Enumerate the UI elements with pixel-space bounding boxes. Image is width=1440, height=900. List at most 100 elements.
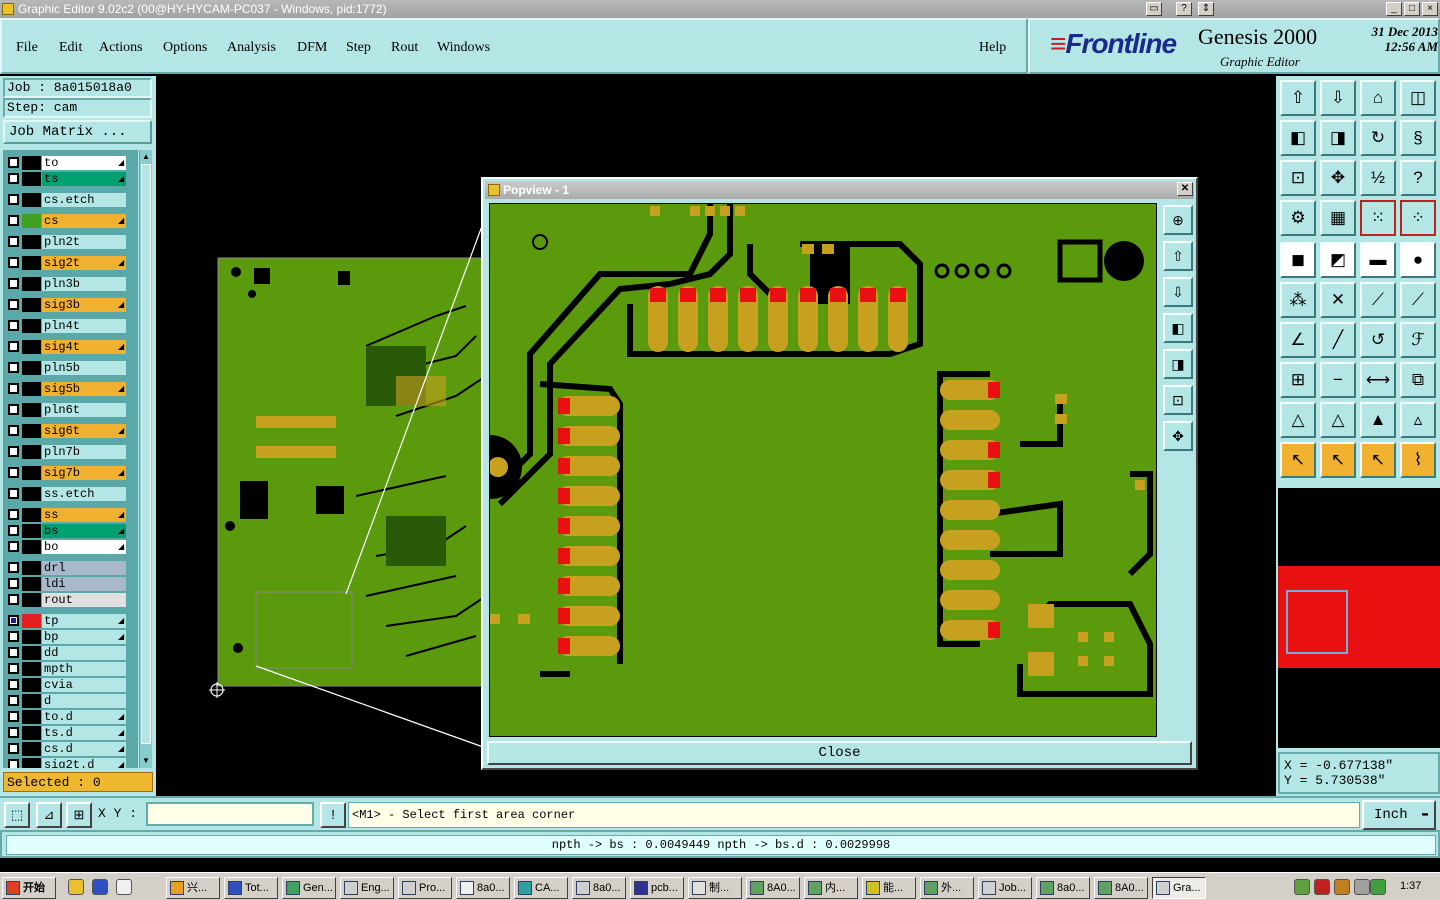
layer-color-swatch[interactable] xyxy=(22,403,41,417)
layer-name[interactable]: mpth xyxy=(42,662,126,676)
menu-dfm[interactable]: DFM xyxy=(297,40,327,56)
select-box-icon[interactable]: ↖ xyxy=(1320,442,1356,478)
taskbar-item[interactable]: 8a0... xyxy=(572,877,626,899)
layer-color-swatch[interactable] xyxy=(22,758,41,768)
triangle-line-icon[interactable]: ▵ xyxy=(1400,402,1436,438)
layer-name[interactable]: sig2t xyxy=(42,256,126,270)
question-icon[interactable]: ? xyxy=(1400,160,1436,196)
layer-color-swatch[interactable] xyxy=(22,340,41,354)
tray-icon[interactable] xyxy=(1294,879,1310,895)
taskbar-item[interactable]: Gra... xyxy=(1152,877,1206,899)
tray-icon[interactable] xyxy=(1354,879,1370,895)
exclaim-button[interactable]: ! xyxy=(320,802,346,828)
pad-icon[interactable]: ◼ xyxy=(1280,242,1316,278)
taskbar-item[interactable]: 8A0... xyxy=(746,877,800,899)
layer-name[interactable]: pln7b xyxy=(42,445,126,459)
layer-color-swatch[interactable] xyxy=(22,662,41,676)
ruler-icon[interactable]: ▬ xyxy=(1360,242,1396,278)
layer-name[interactable]: sig6t xyxy=(42,424,126,438)
taskbar-item[interactable]: Tot... xyxy=(224,877,278,899)
line-icon[interactable]: ◩ xyxy=(1320,242,1356,278)
layer-checkbox[interactable] xyxy=(8,647,19,658)
layer-name[interactable]: pln5b xyxy=(42,361,126,375)
scroll-up-icon[interactable]: ▲ xyxy=(141,152,151,162)
layer-row[interactable]: cvia xyxy=(6,678,126,692)
angle-icon[interactable]: ∠ xyxy=(1280,322,1316,358)
menu-rout[interactable]: Rout xyxy=(391,40,418,56)
layer-color-swatch[interactable] xyxy=(22,577,41,591)
layer-checkbox[interactable] xyxy=(8,488,19,499)
scale-1-2-icon[interactable]: ½ xyxy=(1360,160,1396,196)
slash-icon[interactable]: ╱ xyxy=(1320,322,1356,358)
layer-name[interactable]: pln3b xyxy=(42,277,126,291)
layer-name[interactable]: sig3b xyxy=(42,298,126,312)
layer-checkbox[interactable] xyxy=(8,157,19,168)
taskbar-item[interactable]: Gen... xyxy=(282,877,336,899)
layer-row[interactable]: mpth xyxy=(6,662,126,676)
layer-color-swatch[interactable] xyxy=(22,256,41,270)
taskbar-item[interactable]: 内... xyxy=(804,877,858,899)
layer-checkbox[interactable] xyxy=(8,467,19,478)
triangle-icon[interactable]: △ xyxy=(1280,402,1316,438)
menu-options[interactable]: Options xyxy=(163,40,207,56)
select-icon[interactable]: ↖ xyxy=(1280,442,1316,478)
layer-color-swatch[interactable] xyxy=(22,277,41,291)
copy-icon[interactable]: ⧉ xyxy=(1400,362,1436,398)
triangle-fill-icon[interactable]: ▲ xyxy=(1360,402,1396,438)
layer-row[interactable]: ss ◢ xyxy=(6,508,126,522)
popview-center-icon[interactable]: ✥ xyxy=(1163,421,1193,451)
home-icon[interactable]: ⇧ xyxy=(1280,80,1316,116)
fit-icon[interactable]: ⊡ xyxy=(1280,160,1316,196)
layer-row[interactable]: pln2t xyxy=(6,235,126,249)
layer-row[interactable]: pln5b xyxy=(6,361,126,375)
layer-row[interactable]: cs.etch xyxy=(6,193,126,207)
layer-name[interactable]: to.d xyxy=(42,710,126,724)
measure-icon[interactable]: ⟷ xyxy=(1360,362,1396,398)
layer-checkbox[interactable] xyxy=(8,425,19,436)
layer-checkbox[interactable] xyxy=(8,383,19,394)
help-icon[interactable]: ? xyxy=(1176,2,1192,16)
layer-row[interactable]: cs ◢ xyxy=(6,214,126,228)
quicklaunch-icon[interactable] xyxy=(68,879,84,895)
layer-checkbox[interactable] xyxy=(8,320,19,331)
layer-name[interactable]: d xyxy=(42,694,126,708)
layer-name[interactable]: sig2t.d xyxy=(42,758,126,768)
layer-color-swatch[interactable] xyxy=(22,361,41,375)
layer-row[interactable]: sig2t.d ◢ xyxy=(6,758,126,768)
layer-color-swatch[interactable] xyxy=(22,508,41,522)
layer-row[interactable]: sig3b ◢ xyxy=(6,298,126,312)
redraw-icon[interactable]: ↻ xyxy=(1360,120,1396,156)
layer-name[interactable]: sig5b xyxy=(42,382,126,396)
connect-icon[interactable]: ⟋ xyxy=(1360,282,1396,318)
layer-checkbox[interactable] xyxy=(8,695,19,706)
layer-row[interactable]: bo ◢ xyxy=(6,540,126,554)
layer-checkbox[interactable] xyxy=(8,215,19,226)
arc-icon[interactable]: ↺ xyxy=(1360,322,1396,358)
house-icon[interactable]: ⌂ xyxy=(1360,80,1396,116)
menu-step[interactable]: Step xyxy=(346,40,371,56)
layer-row[interactable]: ts ◢ xyxy=(6,172,126,186)
connect-alt-icon[interactable]: ⟋ xyxy=(1400,282,1436,318)
snake-icon[interactable]: § xyxy=(1400,120,1436,156)
layer-checkbox[interactable] xyxy=(8,541,19,552)
quicklaunch-icon[interactable] xyxy=(116,879,132,895)
popview-fit-icon[interactable]: ⊡ xyxy=(1163,385,1193,415)
layer-name[interactable]: bp xyxy=(42,630,126,644)
layer-color-swatch[interactable] xyxy=(22,156,41,170)
cross-icon[interactable]: ✕ xyxy=(1320,282,1356,318)
layer-row[interactable]: pln4t xyxy=(6,319,126,333)
layer-name[interactable]: ss xyxy=(42,508,126,522)
layer-row[interactable]: ts.d ◢ xyxy=(6,726,126,740)
job-matrix-button[interactable]: Job Matrix ... xyxy=(3,120,152,144)
quicklaunch-icon[interactable] xyxy=(92,879,108,895)
layer-checkbox[interactable] xyxy=(8,446,19,457)
taskbar-item[interactable]: 制... xyxy=(688,877,742,899)
layer-checkbox[interactable] xyxy=(8,615,19,626)
layer-color-swatch[interactable] xyxy=(22,172,41,186)
layer-checkbox[interactable] xyxy=(8,362,19,373)
layer-checkbox[interactable] xyxy=(8,594,19,605)
layer-color-swatch[interactable] xyxy=(22,193,41,207)
overview-minimap[interactable] xyxy=(1278,488,1440,748)
layer-row[interactable]: sig2t ◢ xyxy=(6,256,126,270)
layer-row[interactable]: to.d ◢ xyxy=(6,710,126,724)
